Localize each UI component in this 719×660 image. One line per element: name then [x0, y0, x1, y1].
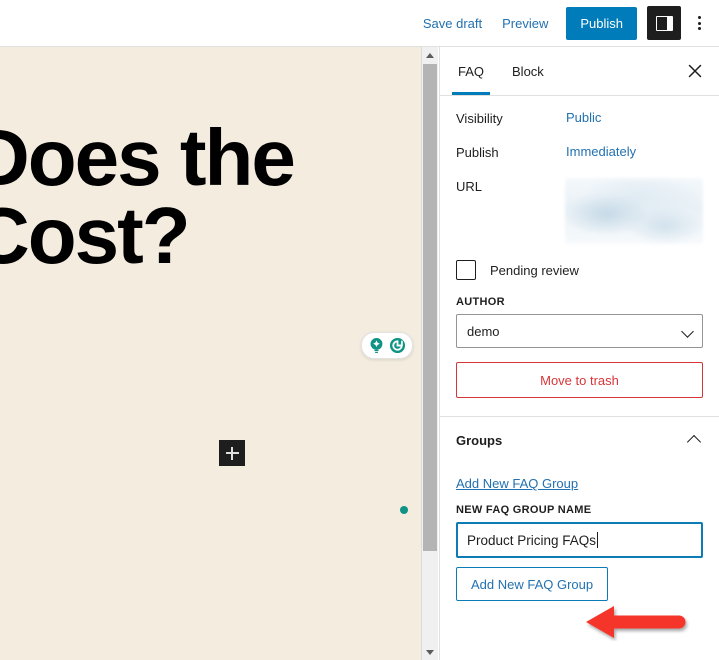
url-row: URL [456, 178, 703, 244]
text-cursor [597, 532, 599, 548]
post-title-heading[interactable]: Does the Cost? [0, 118, 421, 276]
scroll-down-button[interactable] [422, 644, 438, 660]
close-icon [688, 64, 702, 78]
settings-sidebar: FAQ Block Visibility Public Publish Imme… [439, 47, 719, 660]
editor-top-bar: Save draft Preview Publish [0, 0, 719, 47]
new-faq-group-name-input[interactable]: Product Pricing FAQs [456, 522, 703, 558]
add-new-faq-group-button[interactable]: Add New FAQ Group [456, 567, 609, 601]
publish-label: Publish [456, 145, 499, 160]
tab-faq[interactable]: FAQ [444, 48, 498, 95]
preview-button[interactable]: Preview [492, 10, 558, 37]
pending-review-checkbox[interactable] [456, 260, 476, 280]
lightbulb-icon[interactable] [367, 336, 386, 355]
settings-sidebar-toggle-button[interactable] [647, 6, 681, 40]
author-label: AUTHOR [456, 296, 505, 308]
canvas-scrollbar[interactable] [421, 47, 438, 660]
publish-button[interactable]: Publish [566, 6, 637, 40]
triangle-down-icon [426, 649, 434, 655]
visibility-value-button[interactable]: Public [566, 110, 601, 125]
scrollbar-thumb[interactable] [423, 64, 437, 551]
author-select[interactable]: demo [456, 314, 703, 348]
url-label: URL [456, 179, 483, 194]
groups-panel-body: Add New FAQ Group NEW FAQ GROUP NAME Pro… [440, 458, 719, 601]
sidebar-tab-bar: FAQ Block [440, 47, 719, 96]
editor-canvas[interactable]: Does the Cost? [0, 47, 421, 660]
ai-assistant-widget[interactable] [361, 332, 413, 359]
visibility-label: Visibility [456, 111, 503, 126]
vertical-ellipsis-icon [697, 27, 701, 30]
publish-date-value-button[interactable]: Immediately [566, 144, 636, 159]
refresh-circle-icon[interactable] [388, 336, 407, 355]
vertical-ellipsis-icon [697, 21, 701, 25]
tab-block[interactable]: Block [498, 48, 558, 95]
pending-review-label: Pending review [490, 262, 579, 278]
vertical-ellipsis-icon [697, 16, 701, 19]
new-faq-group-name-label: NEW FAQ GROUP NAME [456, 504, 592, 516]
add-new-faq-group-link[interactable]: Add New FAQ Group [456, 476, 578, 491]
author-select-wrap: demo [456, 314, 703, 348]
visibility-row: Visibility Public [456, 110, 703, 126]
url-value-redacted[interactable] [564, 178, 703, 244]
move-to-trash-button[interactable]: Move to trash [456, 362, 703, 398]
scroll-up-button[interactable] [422, 47, 438, 63]
groups-panel-title: Groups [456, 433, 503, 448]
groups-panel-header[interactable]: Groups [440, 417, 719, 458]
save-draft-button[interactable]: Save draft [413, 10, 492, 37]
more-options-button[interactable] [685, 6, 713, 40]
add-block-button[interactable] [219, 440, 245, 466]
block-marker-dot [400, 506, 408, 514]
publish-date-row: Publish Immediately [456, 144, 703, 160]
chevron-up-icon[interactable] [686, 434, 702, 450]
close-sidebar-button[interactable] [681, 57, 709, 85]
triangle-up-icon [426, 52, 434, 58]
new-faq-group-name-value: Product Pricing FAQs [467, 532, 597, 548]
post-status-panel: Visibility Public Publish Immediately UR… [440, 96, 719, 416]
pending-review-row[interactable]: Pending review [456, 260, 703, 280]
sidebar-panel-icon [655, 15, 673, 31]
